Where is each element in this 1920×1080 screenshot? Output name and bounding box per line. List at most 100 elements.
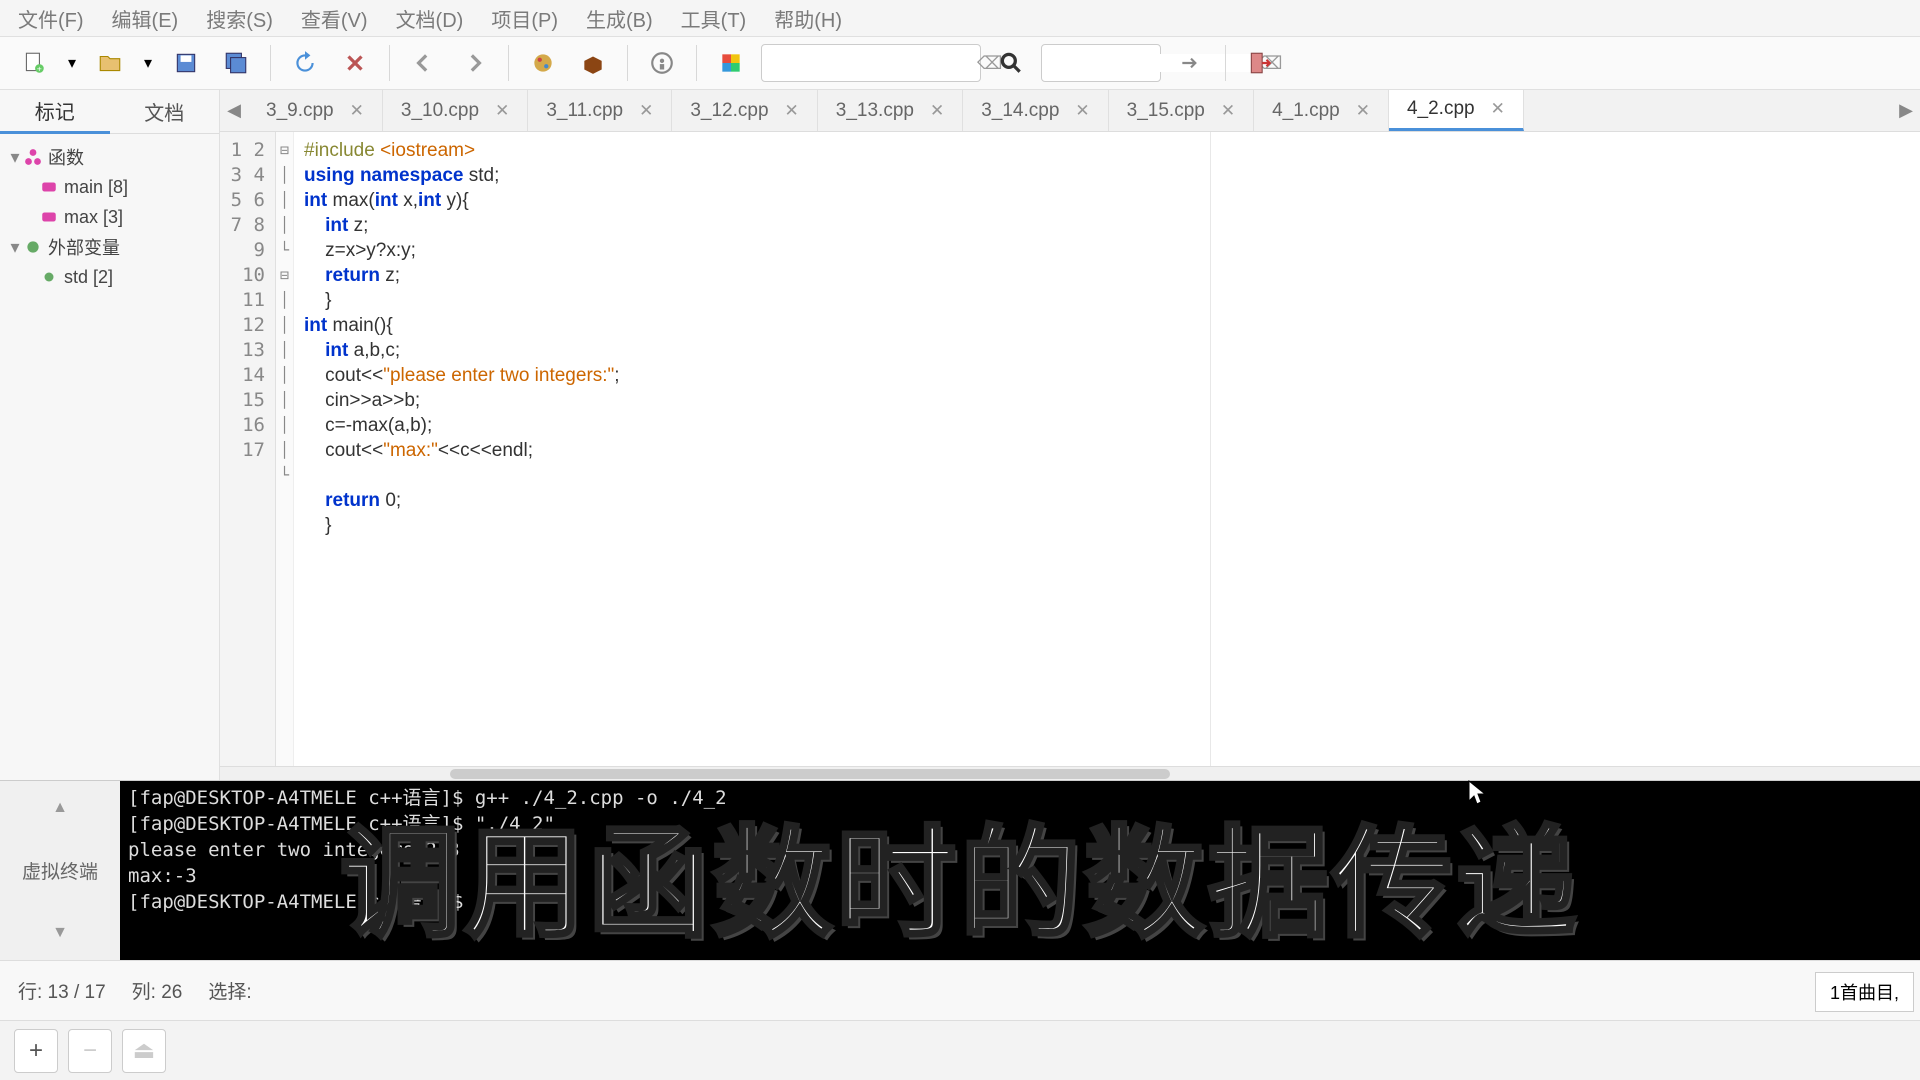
file-tab[interactable]: 3_12.cpp✕ <box>672 90 817 131</box>
tree-item-max[interactable]: max [3] <box>6 202 213 232</box>
status-line: 行: 13 / 17 <box>18 977 106 1004</box>
status-col: 列: 26 <box>132 977 183 1004</box>
quit-button[interactable] <box>1240 43 1280 83</box>
fold-column[interactable]: ⊟ │ │ │ └ ⊟ │ │ │ │ │ │ │ └ <box>276 132 294 766</box>
line-gutter: 1 2 3 4 5 6 7 8 9 10 11 12 13 14 15 16 1… <box>220 132 276 766</box>
close-button[interactable] <box>335 43 375 83</box>
toolbar: + ▾ ▾ ⌫ ⌫ <box>0 36 1920 90</box>
search-box-1[interactable]: ⌫ <box>761 44 981 82</box>
compile-button[interactable] <box>523 43 563 83</box>
disclose-icon[interactable]: ▾ <box>6 237 24 258</box>
menu-file[interactable]: 文件(F) <box>18 4 84 33</box>
status-bar: 行: 13 / 17 列: 26 选择: <box>0 960 1920 1020</box>
separator <box>270 45 271 81</box>
file-tab[interactable]: 3_13.cpp ✕ <box>818 90 963 131</box>
tree-label: 函数 <box>48 144 84 170</box>
menu-search[interactable]: 搜索(S) <box>206 4 273 33</box>
new-file-button[interactable]: + <box>14 43 54 83</box>
file-tab-label: 3_13.cpp <box>836 100 914 122</box>
search-button[interactable] <box>991 43 1031 83</box>
tree-group-externals[interactable]: ▾ 外部变量 <box>6 232 213 262</box>
execute-button[interactable] <box>642 43 682 83</box>
close-tab-icon[interactable]: ✕ <box>930 101 944 121</box>
color-picker-button[interactable] <box>711 43 751 83</box>
add-button[interactable]: + <box>14 1029 58 1073</box>
file-tab-label: 4_2.cpp <box>1407 98 1475 120</box>
close-tab-icon[interactable]: ✕ <box>1356 101 1370 121</box>
save-all-button[interactable] <box>216 43 256 83</box>
tab-scroll-left[interactable]: ◀ <box>220 90 248 131</box>
file-tab-label: 3_9.cpp <box>266 100 334 122</box>
file-tab[interactable]: 3_15.cpp✕ <box>1109 90 1254 131</box>
close-tab-icon[interactable]: ✕ <box>1221 101 1235 121</box>
editor: ◀ 3_9.cpp✕3_10.cpp✕3_11.cpp✕3_12.cpp✕3_1… <box>220 90 1920 780</box>
disclose-icon[interactable]: ▾ <box>6 147 24 168</box>
separator <box>696 45 697 81</box>
file-tab-bar: ◀ 3_9.cpp✕3_10.cpp✕3_11.cpp✕3_12.cpp✕3_1… <box>220 90 1920 132</box>
menu-project[interactable]: 项目(P) <box>491 4 558 33</box>
close-tab-icon[interactable]: ✕ <box>1491 99 1505 119</box>
close-tab-icon[interactable]: ✕ <box>785 101 799 121</box>
remove-button[interactable]: − <box>68 1029 112 1073</box>
goto-box[interactable]: ⌫ <box>1041 44 1161 82</box>
close-tab-icon[interactable]: ✕ <box>495 101 509 121</box>
sidebar: 标记 文档 ▾ 函数 main [8] max [3] ▾ 外部变量 <box>0 90 220 780</box>
code-text[interactable]: #include <iostream>using namespace std;i… <box>294 132 1920 766</box>
close-tab-icon[interactable]: ✕ <box>1075 101 1089 121</box>
function-icon <box>40 178 58 196</box>
namespace-icon <box>40 268 58 286</box>
open-file-button[interactable] <box>90 43 130 83</box>
sidebar-tab-symbols[interactable]: 标记 <box>0 90 110 134</box>
main-area: 标记 文档 ▾ 函数 main [8] max [3] ▾ 外部变量 <box>0 90 1920 780</box>
file-tab-label: 4_1.cpp <box>1272 100 1340 122</box>
tree-group-functions[interactable]: ▾ 函数 <box>6 142 213 172</box>
new-file-dropdown[interactable]: ▾ <box>64 53 80 73</box>
symbol-tree: ▾ 函数 main [8] max [3] ▾ 外部变量 std [2] <box>0 134 219 300</box>
bottom-button-bar: + − ⏏ <box>0 1020 1920 1080</box>
function-icon <box>40 208 58 226</box>
menu-document[interactable]: 文档(D) <box>396 4 464 33</box>
tree-item-main[interactable]: main [8] <box>6 172 213 202</box>
class-icon <box>24 148 42 166</box>
open-file-dropdown[interactable]: ▾ <box>140 53 156 73</box>
code-area[interactable]: 1 2 3 4 5 6 7 8 9 10 11 12 13 14 15 16 1… <box>220 132 1920 766</box>
reload-button[interactable] <box>285 43 325 83</box>
eject-button[interactable]: ⏏ <box>122 1029 166 1073</box>
separator <box>508 45 509 81</box>
file-tab[interactable]: 3_11.cpp✕ <box>528 90 672 131</box>
menu-edit[interactable]: 编辑(E) <box>112 4 179 33</box>
close-tab-icon[interactable]: ✕ <box>350 101 364 121</box>
menu-help[interactable]: 帮助(H) <box>774 4 842 33</box>
sidebar-tab-documents[interactable]: 文档 <box>110 90 220 134</box>
tree-item-std[interactable]: std [2] <box>6 262 213 292</box>
file-tab[interactable]: 3_14.cpp ✕ <box>963 90 1108 131</box>
tab-scroll-right[interactable]: ▶ <box>1892 90 1920 131</box>
status-selection: 选择: <box>208 977 251 1004</box>
video-subtitle: 调用函数时的数据传递 <box>340 786 1580 960</box>
menu-view[interactable]: 查看(V) <box>301 4 368 33</box>
close-tab-icon[interactable]: ✕ <box>639 101 653 121</box>
file-tab[interactable]: 4_1.cpp ✕ <box>1254 90 1389 131</box>
nav-back-button[interactable] <box>404 43 444 83</box>
save-button[interactable] <box>166 43 206 83</box>
menu-tools[interactable]: 工具(T) <box>681 4 747 33</box>
goto-line-button[interactable] <box>1171 43 1211 83</box>
horizontal-scrollbar[interactable] <box>220 766 1920 780</box>
file-tab[interactable]: 4_2.cpp ✕ <box>1389 90 1524 131</box>
file-tab[interactable]: 3_10.cpp✕ <box>383 90 528 131</box>
panel-up-icon[interactable]: ▲ <box>52 799 68 817</box>
margin-guide <box>1210 132 1211 766</box>
tree-label: std [2] <box>64 267 113 288</box>
file-tab[interactable]: 3_9.cpp ✕ <box>248 90 383 131</box>
menu-build[interactable]: 生成(B) <box>586 4 653 33</box>
search-input-1[interactable] <box>770 54 977 72</box>
build-button[interactable] <box>573 43 613 83</box>
panel-down-icon[interactable]: ▼ <box>52 924 68 942</box>
svg-text:+: + <box>37 64 42 74</box>
nav-forward-button[interactable] <box>454 43 494 83</box>
terminal-tab-label[interactable]: 虚拟终端 <box>22 857 98 884</box>
scrollbar-thumb[interactable] <box>450 769 1170 779</box>
menu-bar: 文件(F) 编辑(E) 搜索(S) 查看(V) 文档(D) 项目(P) 生成(B… <box>0 0 1920 36</box>
file-tab-label: 3_14.cpp <box>981 100 1059 122</box>
sidebar-tabs: 标记 文档 <box>0 90 219 134</box>
